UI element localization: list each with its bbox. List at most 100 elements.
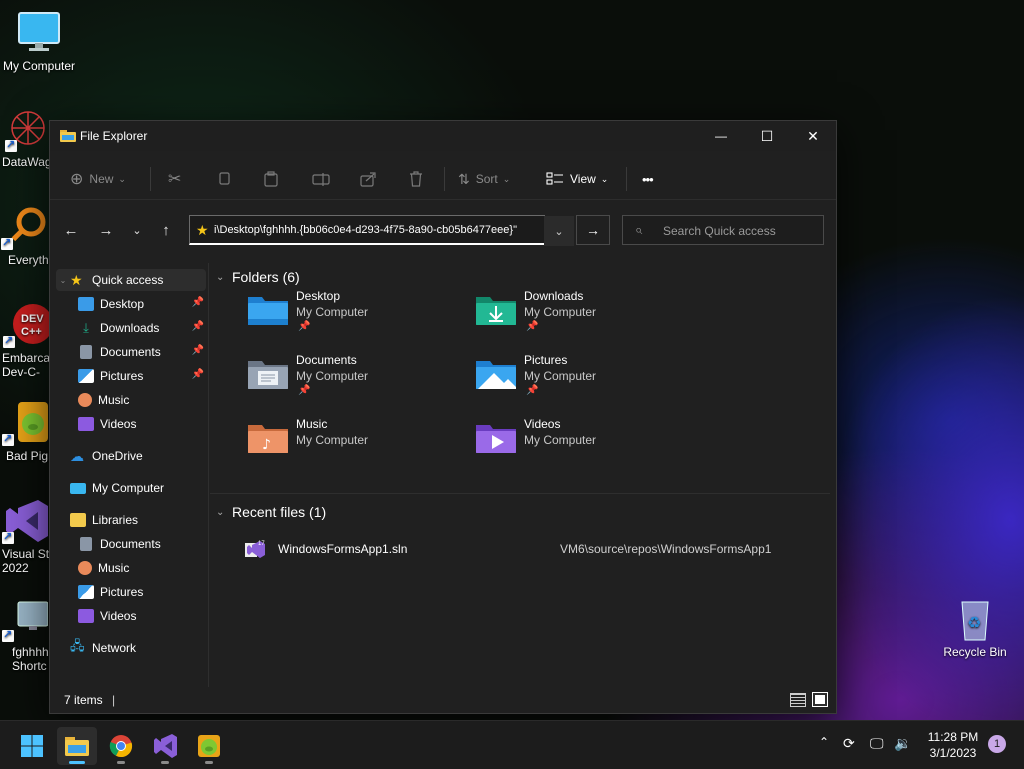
sidebar-item-library-videos[interactable]: Videos	[56, 605, 206, 627]
tiles-view-button[interactable]	[812, 692, 828, 707]
svg-text:DEV: DEV	[21, 313, 44, 325]
taskbar-chrome[interactable]	[101, 727, 141, 765]
notification-badge[interactable]: 1	[988, 735, 1006, 753]
sidebar-item-library-music[interactable]: Music	[56, 557, 206, 579]
folder-name: Downloads	[524, 289, 584, 303]
sidebar-item-label: Quick access	[92, 273, 164, 287]
desktop-icon-fghhhh-shortcut[interactable]: fghhhh Shortc	[0, 596, 52, 673]
go-button[interactable]: →	[576, 215, 610, 245]
sidebar-item-documents[interactable]: Documents 📌	[56, 341, 206, 363]
sidebar-item-library-pictures[interactable]: Pictures	[56, 581, 206, 603]
recent-files-section-header[interactable]: ⌄ Recent files (1)	[216, 504, 326, 520]
status-divider: |	[112, 693, 116, 707]
desktop-icon-everything[interactable]: Everyth	[0, 204, 50, 267]
desktop-icon-visual-studio[interactable]: Visual St 2022	[0, 498, 52, 575]
folder-name: Desktop	[296, 289, 341, 303]
sort-button[interactable]: ⇅ Sort ⌄	[458, 167, 510, 191]
trash-icon	[410, 171, 422, 187]
view-button[interactable]: View ⌄	[546, 167, 608, 191]
cloud-icon: ☁	[70, 447, 84, 464]
folder-location: My Computer	[524, 369, 597, 383]
see-more-button[interactable]: •••	[642, 167, 654, 191]
sidebar-item-downloads[interactable]: ⤓ Downloads 📌	[56, 317, 206, 339]
folder-tile-desktop[interactable]: Desktop My Computer 📌	[210, 289, 430, 345]
back-button[interactable]: ←	[57, 213, 85, 247]
search-input[interactable]	[661, 221, 815, 241]
folder-tile-downloads[interactable]: Downloads My Computer 📌	[438, 289, 658, 345]
taskbar-bad-piggies[interactable]	[189, 727, 229, 765]
svg-text:17: 17	[258, 541, 265, 547]
share-icon	[360, 172, 376, 187]
title-bar[interactable]: File Explorer — ☐ ✕	[50, 121, 836, 151]
copy-button[interactable]	[216, 167, 232, 191]
shortcut-arrow-icon	[2, 628, 14, 642]
desktop-icon-my-computer[interactable]: My Computer	[0, 10, 79, 73]
recent-file-row[interactable]: 17 WindowsFormsApp1.sln VM6\source\repos…	[244, 539, 804, 561]
paste-button[interactable]	[263, 167, 279, 191]
sidebar-item-music[interactable]: Music	[56, 389, 206, 411]
shortcut-arrow-icon	[2, 530, 14, 544]
rename-button[interactable]	[312, 167, 330, 191]
folder-tile-music[interactable]: ♪ Music My Computer	[210, 417, 430, 473]
sync-icon[interactable]: ⟳	[843, 735, 855, 752]
folder-tile-pictures[interactable]: Pictures My Computer 📌	[438, 353, 658, 409]
folders-section-header[interactable]: ⌄ Folders (6)	[216, 269, 300, 285]
share-button[interactable]	[360, 167, 376, 191]
pin-icon: 📌	[526, 321, 539, 332]
shortcut-arrow-icon	[5, 138, 17, 152]
minimize-button[interactable]: —	[698, 121, 744, 151]
command-bar: ⊕ New ⌄ ✂ ⇅ Sort ⌄ View ⌄ •••	[50, 157, 836, 200]
new-button[interactable]: ⊕ New ⌄	[70, 167, 126, 191]
sidebar-item-my-computer[interactable]: My Computer	[56, 477, 206, 499]
sidebar-item-pictures[interactable]: Pictures 📌	[56, 365, 206, 387]
volume-icon[interactable]: 🔉	[894, 735, 911, 752]
recent-locations-button[interactable]: ⌄	[123, 213, 151, 247]
start-button[interactable]	[12, 727, 52, 765]
desktop-folder-icon	[78, 297, 94, 311]
network-icon[interactable]: 🖵	[870, 735, 884, 752]
sidebar-item-libraries[interactable]: Libraries	[56, 509, 206, 531]
desktop-icon-devcpp[interactable]: DEVC++ Embarca Dev-C-	[0, 302, 54, 379]
details-view-button[interactable]	[790, 693, 806, 707]
sidebar-item-onedrive[interactable]: ☁ OneDrive	[56, 445, 206, 467]
chevron-down-icon: ⌄	[59, 275, 67, 285]
pin-icon: 📌	[191, 345, 204, 356]
show-hidden-icons-button[interactable]: ⌃	[819, 735, 829, 749]
pin-icon: 📌	[298, 385, 311, 396]
chevron-down-icon: ⌄	[554, 225, 564, 238]
forward-button[interactable]: →	[92, 213, 120, 247]
delete-button[interactable]	[408, 167, 424, 191]
up-button[interactable]: ↑	[152, 213, 180, 247]
sidebar-item-label: Documents	[100, 345, 161, 359]
address-dropdown-button[interactable]: ⌄	[544, 216, 574, 246]
folder-tile-videos[interactable]: Videos My Computer	[438, 417, 658, 473]
desktop-icon-recycle-bin[interactable]: ♻ Recycle Bin	[935, 596, 1015, 659]
address-bar[interactable]: ★ i\Desktop\fghhhh.{bb06c0e4-d293-4f75-8…	[189, 215, 574, 246]
sidebar-item-desktop[interactable]: Desktop 📌	[56, 293, 206, 315]
taskbar-visual-studio[interactable]	[145, 727, 185, 765]
folders-section-title: Folders (6)	[232, 269, 300, 285]
sidebar-item-network[interactable]: 🖧 Network	[56, 637, 206, 659]
desktop-folder-icon	[248, 297, 288, 325]
sidebar-item-videos[interactable]: Videos	[56, 413, 206, 435]
sidebar-item-quick-access[interactable]: ⌄ ★ Quick access	[56, 269, 206, 291]
clock-date: 3/1/2023	[929, 746, 977, 760]
item-count: 7 items	[64, 693, 103, 707]
monitor-icon	[70, 482, 86, 494]
taskbar-file-explorer[interactable]	[57, 727, 97, 765]
svg-text:♪: ♪	[262, 437, 271, 453]
search-box[interactable]: ⌕	[622, 215, 824, 245]
clock[interactable]: 11:28 PM 3/1/2023	[920, 729, 986, 761]
address-text: i\Desktop\fghhhh.{bb06c0e4-d293-4f75-8a9…	[214, 224, 517, 236]
folder-tile-documents[interactable]: Documents My Computer 📌	[210, 353, 430, 409]
sidebar-item-library-documents[interactable]: Documents	[56, 533, 206, 555]
cut-button[interactable]: ✂	[168, 167, 181, 191]
close-button[interactable]: ✕	[790, 121, 836, 151]
navigation-pane: ⌄ ★ Quick access Desktop 📌 ⤓ Downloads 📌…	[50, 263, 209, 687]
maximize-button[interactable]: ☐	[744, 121, 790, 151]
music-icon	[78, 561, 92, 575]
music-icon	[78, 393, 92, 407]
arrow-right-icon: →	[586, 222, 600, 238]
desktop-icon-bad-piggies[interactable]: Bad Pig	[0, 400, 52, 463]
chevron-down-icon: ⌄	[600, 173, 609, 184]
